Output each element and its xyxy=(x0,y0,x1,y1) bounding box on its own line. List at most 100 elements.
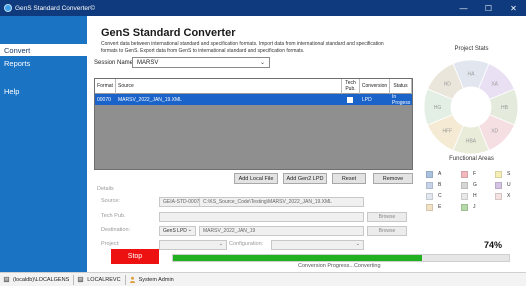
cell-tech-pub xyxy=(342,94,360,105)
sidebar-item-help[interactable]: Help xyxy=(0,85,87,97)
project-stats-donut-chart: HA XA HB XD HBA HFF HG HD xyxy=(423,59,519,155)
cell-status: In Progess xyxy=(392,93,411,106)
add-local-file-button[interactable]: Add Local File xyxy=(234,173,278,184)
progress-status-text: Conversion Progress...Converting xyxy=(298,263,381,269)
main-panel: GenS Standard Converter Convert data bet… xyxy=(87,16,417,272)
tech-pub-browse-button[interactable]: Browse xyxy=(367,212,407,222)
legend-label: S xyxy=(507,171,511,177)
tech-pub-label: Tech Pub. xyxy=(101,213,126,219)
column-header-source[interactable]: Source xyxy=(116,79,342,94)
details-label: Details xyxy=(97,186,114,192)
donut-segment-label: HA xyxy=(468,72,476,78)
legend-item: E xyxy=(426,203,441,211)
stop-button[interactable]: Stop xyxy=(111,249,159,264)
project-stats-title: Project Stats xyxy=(454,46,489,52)
legend-swatch xyxy=(426,181,433,189)
legend-label: U xyxy=(507,182,511,188)
column-header-tech-pub[interactable]: Tech Pub. xyxy=(342,79,360,94)
cell-conversion: LPD xyxy=(362,96,372,103)
legend-swatch xyxy=(461,170,468,178)
tech-pub-field[interactable] xyxy=(159,212,364,222)
legend-label: B xyxy=(438,182,442,188)
sidebar-item-reports[interactable]: Reports xyxy=(0,57,87,69)
chevron-down-icon: ⌄ xyxy=(355,241,360,247)
chevron-down-icon: ⌄ xyxy=(218,241,223,247)
destination-name-field[interactable]: MARSV_2022_JAN_19 xyxy=(199,226,364,236)
legend-item: X xyxy=(495,192,510,200)
legend-item: B xyxy=(426,181,441,189)
column-header-conversion[interactable]: Conversion xyxy=(360,79,390,94)
page-description: Convert data between international stand… xyxy=(101,41,384,54)
server-status: (localdb)\LOCALGENS xyxy=(3,276,69,283)
donut-segment-label: XD xyxy=(491,129,498,135)
legend-item: A xyxy=(426,170,441,178)
stats-panel: Project Stats HA XA HB XD HBA HFF HG HD Functio… xyxy=(417,16,526,272)
legend-item: H xyxy=(461,192,477,200)
legend-swatch xyxy=(426,192,433,200)
legend-label: E xyxy=(438,204,442,210)
legend-label: X xyxy=(507,193,511,199)
source-path-field[interactable]: C:\KS_Source_Code\Testing\MARSV_2022_JAN… xyxy=(199,197,364,207)
legend-item: G xyxy=(461,181,477,189)
window-controls: — ☐ ✕ xyxy=(451,0,526,16)
legend-swatch xyxy=(426,170,433,178)
legend-item: U xyxy=(495,181,511,189)
project-select[interactable]: ⌄ xyxy=(159,240,227,250)
chevron-down-icon: ⌄ xyxy=(187,227,192,233)
destination-browse-button[interactable]: Browse xyxy=(367,226,407,236)
project-label: Project: xyxy=(101,241,120,247)
legend-swatch xyxy=(495,192,502,200)
legend-swatch xyxy=(426,203,433,211)
close-button[interactable]: ✕ xyxy=(501,0,526,16)
user-status: System Admin xyxy=(129,276,174,283)
sidebar-item-convert[interactable]: Convert xyxy=(0,44,87,56)
sidebar: Convert Reports Help xyxy=(0,16,87,272)
column-header-status[interactable]: Status xyxy=(390,79,412,94)
legend-swatch xyxy=(461,181,468,189)
title-bar: GenS Standard Converter© — ☐ ✕ xyxy=(0,0,526,16)
legend-item: S xyxy=(495,170,510,178)
legend-label: G xyxy=(473,182,477,188)
column-header-format[interactable]: Format xyxy=(95,79,116,94)
legend-swatch xyxy=(461,203,468,211)
legend-swatch xyxy=(495,170,502,178)
configuration-label: Configuration: xyxy=(229,241,264,247)
server-name: (localdb)\LOCALGENS xyxy=(13,276,70,283)
cell-format: 00070 xyxy=(97,96,111,103)
donut-segment-label: HBA xyxy=(466,139,477,145)
reset-button[interactable]: Reset xyxy=(332,173,366,184)
remove-button[interactable]: Remove xyxy=(373,173,413,184)
session-name-value: MARSV xyxy=(137,59,159,66)
table-row[interactable]: 00070 MARSV_2022_JAN_19.XML LPD In Proge… xyxy=(95,93,412,106)
configuration-select[interactable]: ⌄ xyxy=(271,240,364,250)
legend-label: J xyxy=(473,204,476,210)
database-icon xyxy=(78,276,84,283)
database-status: LOCALREVC xyxy=(77,276,121,283)
legend-item: J xyxy=(461,203,476,211)
minimize-button[interactable]: — xyxy=(451,0,476,16)
grid-header: Format Source Tech Pub. Conversion Statu… xyxy=(95,79,412,94)
session-name-select[interactable]: MARSV ⌄ xyxy=(132,57,270,68)
destination-label: Destination: xyxy=(101,227,131,233)
destination-format-select[interactable]: GenS LPD ⌄ xyxy=(159,226,196,236)
status-separator xyxy=(124,274,126,285)
maximize-button[interactable]: ☐ xyxy=(476,0,501,16)
donut-segment-label: HB xyxy=(501,105,509,111)
user-icon xyxy=(129,276,135,283)
tech-pub-checkbox[interactable] xyxy=(347,96,353,103)
donut-segment-label: HG xyxy=(434,105,442,111)
legend-item: F xyxy=(461,170,476,178)
legend-label: F xyxy=(473,171,477,177)
cell-source: MARSV_2022_JAN_19.XML xyxy=(118,96,182,103)
functional-areas-title: Functional Areas xyxy=(449,156,494,162)
conversion-grid[interactable]: Format Source Tech Pub. Conversion Statu… xyxy=(94,78,413,170)
page-title: GenS Standard Converter xyxy=(101,27,236,39)
legend-swatch xyxy=(461,192,468,200)
status-bar: (localdb)\LOCALGENS LOCALREVC System Adm… xyxy=(0,272,526,286)
donut-segment-label: HFF xyxy=(442,129,452,135)
status-separator xyxy=(73,274,75,285)
add-gen2-lpd-button[interactable]: Add Gen2 LPD xyxy=(283,173,327,184)
legend-label: H xyxy=(473,193,477,199)
database-icon xyxy=(3,276,10,283)
source-label: Source: xyxy=(101,198,120,204)
